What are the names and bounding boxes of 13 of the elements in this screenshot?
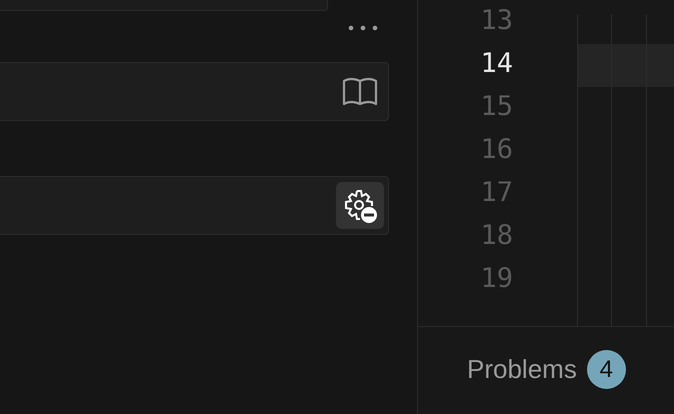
- line-number: 14: [480, 47, 514, 81]
- line-number: 19: [480, 262, 514, 296]
- line-number: 15: [480, 90, 514, 124]
- line-number: 17: [480, 176, 514, 210]
- book-icon[interactable]: [342, 76, 378, 106]
- line-number: 13: [480, 4, 514, 38]
- count-badge: 4: [586, 350, 626, 389]
- problems-tab[interactable]: Problems 4: [467, 350, 626, 389]
- more-icon[interactable]: [348, 25, 380, 31]
- line-number: 18: [480, 219, 514, 253]
- line-number: 16: [480, 133, 514, 167]
- gear-minus-icon: [342, 188, 378, 224]
- settings-button[interactable]: [336, 182, 384, 229]
